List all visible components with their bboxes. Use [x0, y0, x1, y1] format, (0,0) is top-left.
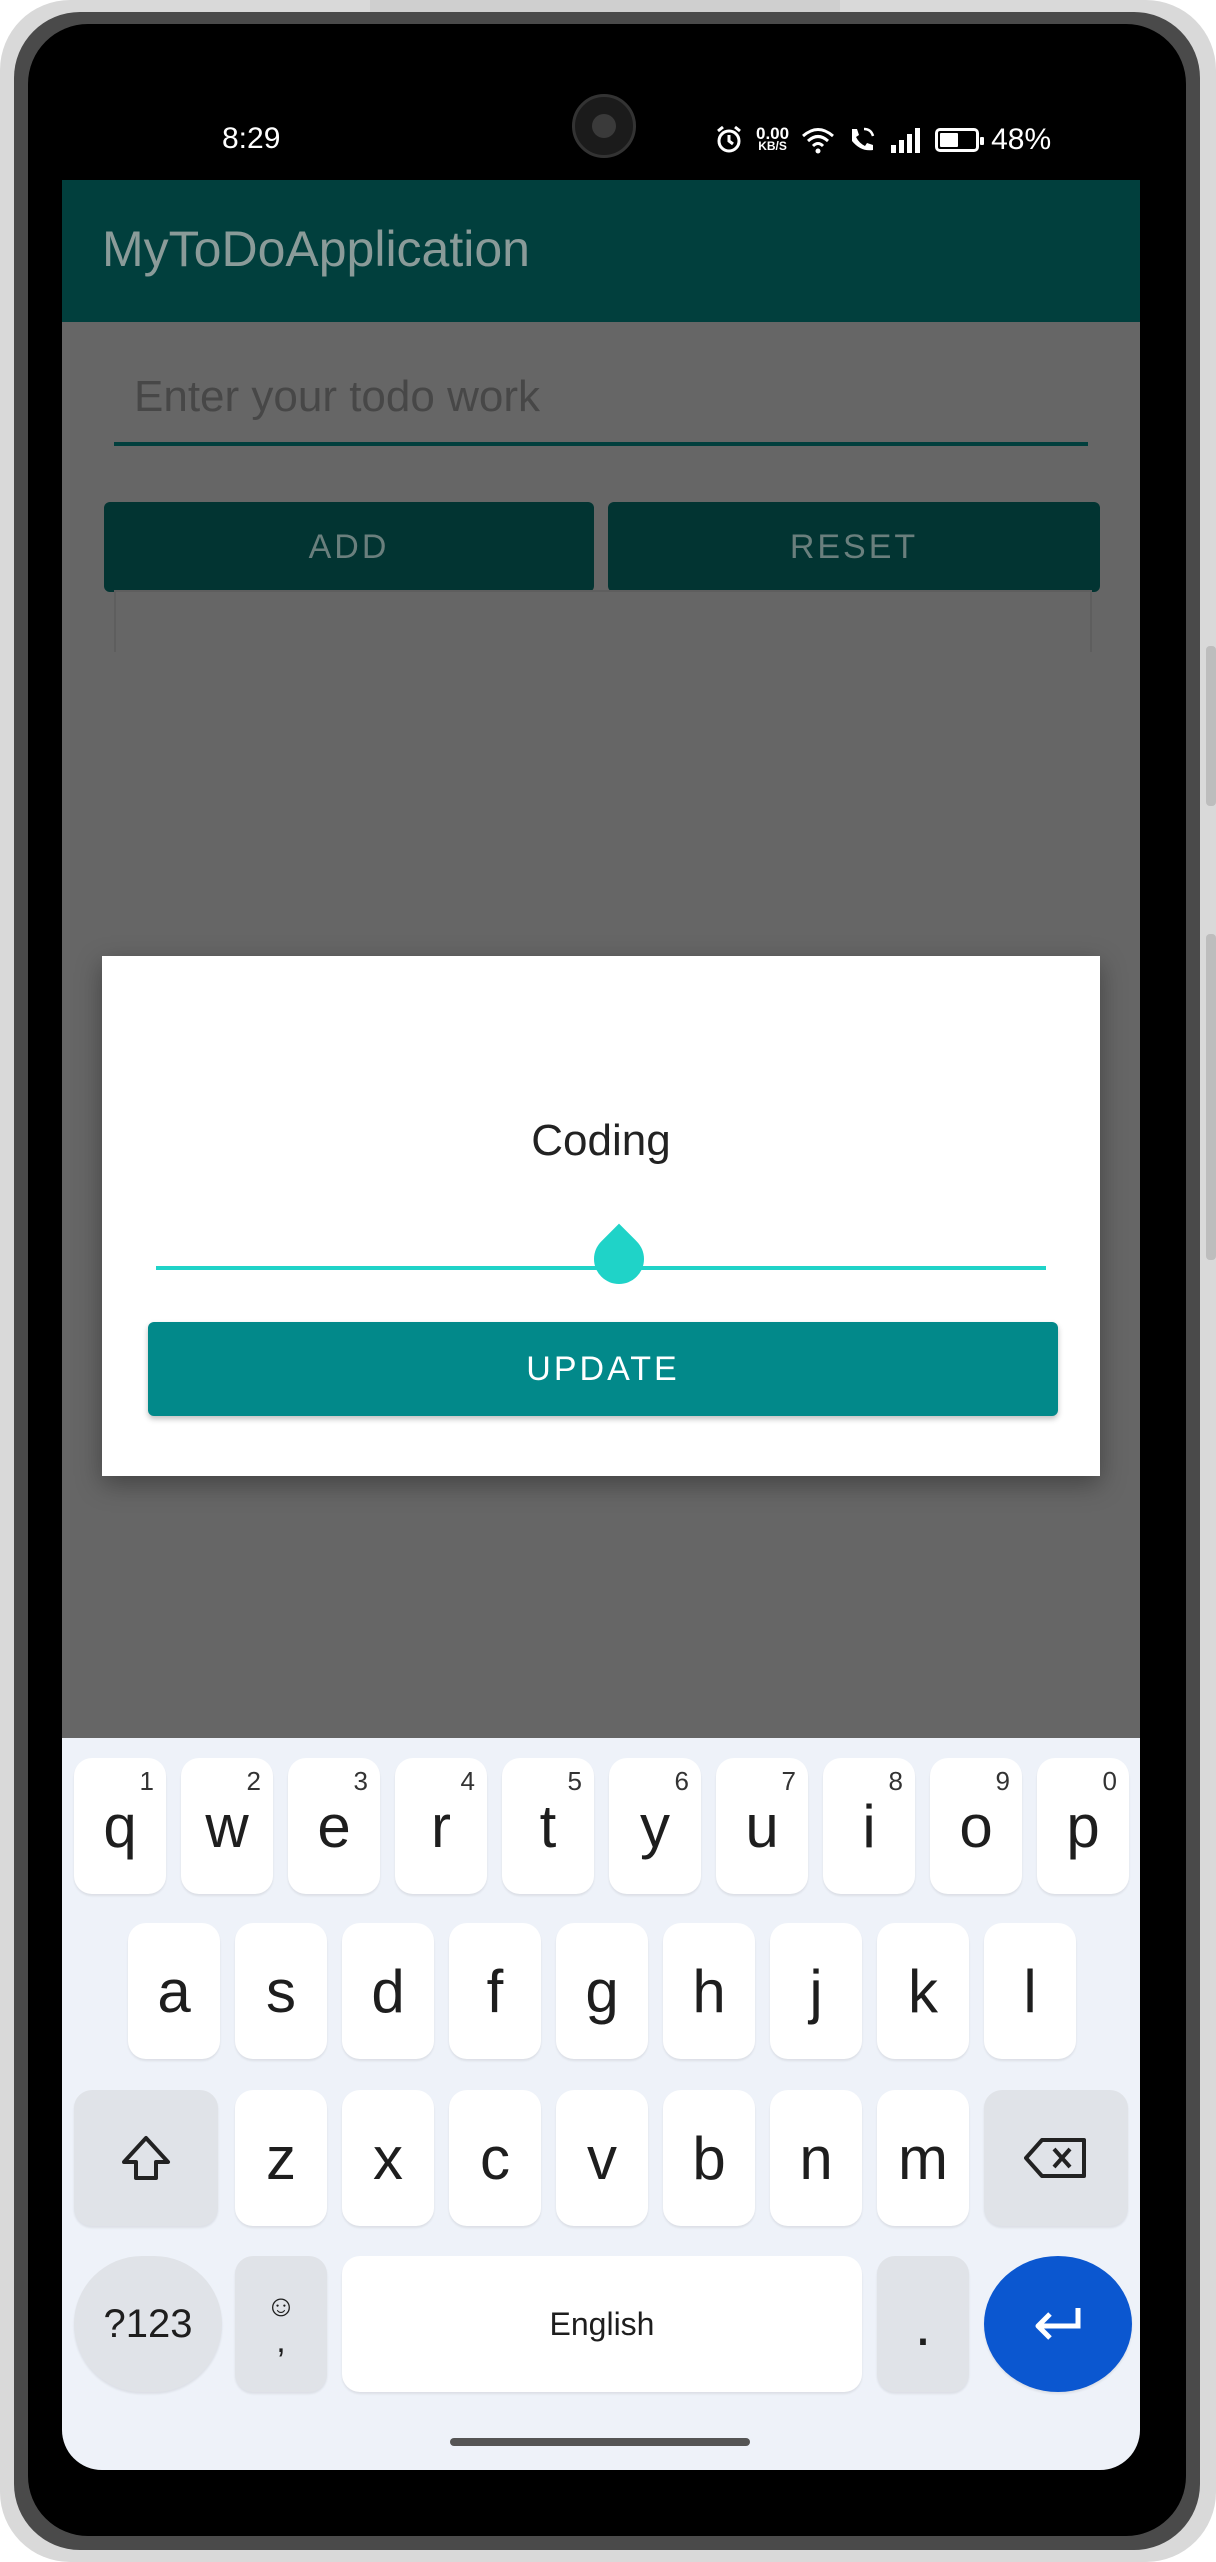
key-i[interactable]: i8: [823, 1758, 915, 1894]
reset-button[interactable]: RESET: [608, 502, 1100, 592]
space-key[interactable]: English: [342, 2256, 862, 2392]
status-time: 8:29: [222, 122, 281, 155]
add-button[interactable]: ADD: [104, 502, 594, 592]
key-u[interactable]: u7: [716, 1758, 808, 1894]
key-w[interactable]: w2: [181, 1758, 273, 1894]
key-f[interactable]: f: [449, 1923, 541, 2059]
alarm-icon: [714, 125, 744, 155]
key-s[interactable]: s: [235, 1923, 327, 2059]
status-icons: 0.00 KB/S 48%: [714, 120, 1051, 160]
key-y[interactable]: y6: [609, 1758, 701, 1894]
power-button: [1206, 934, 1216, 1260]
key-j[interactable]: j: [770, 1923, 862, 2059]
key-t[interactable]: t5: [502, 1758, 594, 1894]
key-b[interactable]: b: [663, 2090, 755, 2226]
key-n[interactable]: n: [770, 2090, 862, 2226]
todo-list: [114, 590, 1092, 652]
net-speed: 0.00 KB/S: [756, 125, 789, 153]
app-bar: MyToDoApplication: [62, 180, 1140, 322]
app-title: MyToDoApplication: [102, 221, 530, 277]
backspace-icon: [1024, 2138, 1086, 2178]
edit-todo-field[interactable]: Coding: [102, 1116, 1100, 1166]
shift-key[interactable]: [74, 2090, 218, 2226]
screen: 8:29 0.00 KB/S 48% MyToDoApplication Ent…: [62, 60, 1140, 2470]
key-r[interactable]: r4: [395, 1758, 487, 1894]
main-content: Enter your todo work ADD RESET Coding UP…: [62, 322, 1140, 1738]
wifi-call-icon: [847, 125, 877, 155]
key-o[interactable]: o9: [930, 1758, 1022, 1894]
key-l[interactable]: l: [984, 1923, 1076, 2059]
backspace-key[interactable]: [984, 2090, 1128, 2226]
wifi-icon: [801, 126, 835, 154]
todo-input-placeholder: Enter your todo work: [134, 372, 540, 421]
key-a[interactable]: a: [128, 1923, 220, 2059]
key-k[interactable]: k: [877, 1923, 969, 2059]
battery-percent: 48%: [991, 123, 1052, 156]
enter-key[interactable]: [984, 2256, 1132, 2392]
period-key[interactable]: .: [877, 2256, 969, 2392]
text-cursor-handle[interactable]: [583, 1223, 655, 1295]
key-q[interactable]: q1: [74, 1758, 166, 1894]
update-button[interactable]: UPDATE: [148, 1322, 1058, 1416]
home-indicator[interactable]: [450, 2438, 750, 2446]
status-bar: 8:29 0.00 KB/S 48%: [62, 60, 1140, 180]
front-camera: [572, 94, 636, 158]
volume-button: [1206, 646, 1216, 806]
emoji-comma-key[interactable]: ☺ ,: [235, 2256, 327, 2392]
key-v[interactable]: v: [556, 2090, 648, 2226]
key-z[interactable]: z: [235, 2090, 327, 2226]
enter-icon: [1035, 2308, 1081, 2340]
todo-input[interactable]: Enter your todo work: [114, 352, 1088, 446]
net-speed-unit: KB/S: [758, 139, 787, 153]
emoji-icon: ☺: [265, 2290, 297, 2323]
shift-icon: [122, 2136, 170, 2180]
symbols-key[interactable]: ?123: [74, 2256, 222, 2392]
key-x[interactable]: x: [342, 2090, 434, 2226]
key-m[interactable]: m: [877, 2090, 969, 2226]
key-g[interactable]: g: [556, 1923, 648, 2059]
keyboard: q1 w2 e3 r4 t5 y6 u7 i8 o9 p0 a s d f g …: [62, 1738, 1140, 2470]
key-p[interactable]: p0: [1037, 1758, 1129, 1894]
key-d[interactable]: d: [342, 1923, 434, 2059]
battery-icon: [935, 128, 985, 152]
key-h[interactable]: h: [663, 1923, 755, 2059]
key-e[interactable]: e3: [288, 1758, 380, 1894]
signal-icon: [889, 127, 923, 153]
key-c[interactable]: c: [449, 2090, 541, 2226]
edit-field-underline: [156, 1266, 1046, 1270]
edit-todo-dialog: Coding UPDATE: [102, 956, 1100, 1476]
